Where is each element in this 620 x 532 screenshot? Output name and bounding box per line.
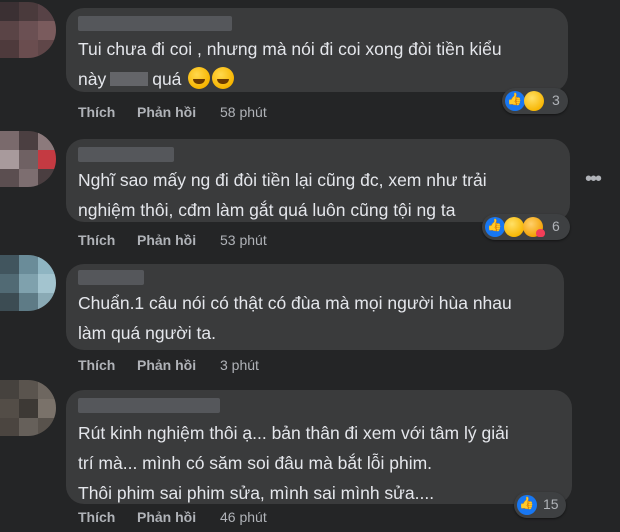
like-link[interactable]: Thích [78,509,115,525]
reaction-count: 3 [552,92,560,108]
reaction-summary[interactable]: 6 [482,214,570,240]
comment-bubble: Tui chưa đi coi , nhưng mà nói đi coi xo… [66,8,568,92]
haha-icon [524,91,544,111]
censored-word [110,72,149,86]
reaction-count: 15 [543,496,559,512]
reply-link[interactable]: Phản hồi [137,509,196,525]
avatar[interactable] [0,255,56,311]
author-name[interactable] [78,147,174,162]
sweat-smile-emoji-icon [212,67,235,89]
reply-link[interactable]: Phản hồi [137,357,196,373]
reply-link[interactable]: Phản hồi [137,232,196,248]
author-name[interactable] [78,270,144,285]
author-name[interactable] [78,398,220,413]
reaction-count: 6 [552,218,560,234]
like-link[interactable]: Thích [78,232,115,248]
more-options-icon[interactable]: ••• [585,168,602,191]
timestamp[interactable]: 3 phút [220,357,259,373]
comment-bubble: Rút kinh nghiệm thôi ạ... bản thân đi xe… [66,390,572,504]
reply-link[interactable]: Phản hồi [137,104,196,120]
comment-bubble: Nghĩ sao mấy ng đi đòi tiền lại cũng đc,… [66,139,570,222]
care-icon [523,217,545,237]
comment-text: Nghĩ sao mấy ng đi đòi tiền lại cũng đc,… [78,170,487,220]
comment-text: Tui chưa đi coi , nhưng mà nói đi coi xo… [78,39,502,89]
like-link[interactable]: Thích [78,357,115,373]
comment-bubble: Chuẩn.1 câu nói có thật có đùa mà mọi ng… [66,264,564,350]
avatar[interactable] [0,2,56,58]
like-icon [505,91,525,111]
sweat-smile-emoji-icon [188,67,211,89]
haha-icon [504,217,524,237]
like-icon [485,217,505,237]
reaction-summary[interactable]: 3 [502,88,568,114]
timestamp[interactable]: 46 phút [220,509,267,525]
author-name[interactable] [78,16,232,31]
comment-text: Rút kinh nghiệm thôi ạ... bản thân đi xe… [78,423,509,503]
reaction-summary[interactable]: 15 [514,492,566,518]
comment-text: Chuẩn.1 câu nói có thật có đùa mà mọi ng… [78,293,512,343]
timestamp[interactable]: 58 phút [220,104,267,120]
timestamp[interactable]: 53 phút [220,232,267,248]
like-icon [517,495,537,515]
avatar[interactable] [0,131,56,187]
avatar[interactable] [0,380,56,436]
like-link[interactable]: Thích [78,104,115,120]
